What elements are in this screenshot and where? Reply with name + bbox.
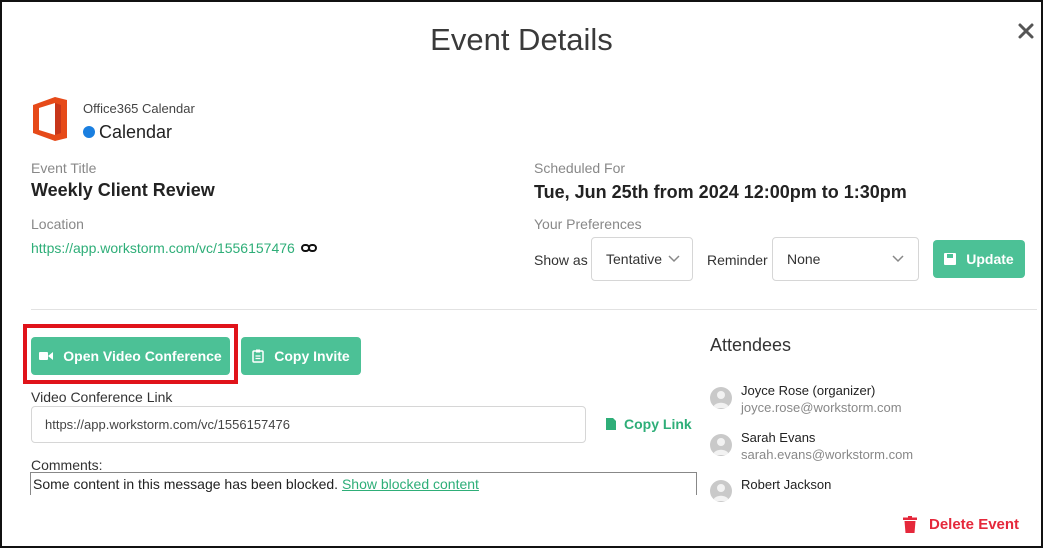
calendar-color-dot: [83, 126, 95, 138]
user-icon: [713, 484, 729, 501]
modal-title: Event Details: [430, 22, 613, 57]
update-label: Update: [966, 251, 1014, 267]
open-video-conference-button[interactable]: Open Video Conference: [31, 337, 230, 375]
chevron-down-icon: [668, 255, 680, 263]
clipboard-icon: [252, 349, 265, 363]
update-button[interactable]: Update: [933, 240, 1025, 278]
copy-link-button[interactable]: Copy Link: [606, 416, 692, 432]
scheduled-label: Scheduled For: [534, 160, 626, 176]
video-link-field[interactable]: https://app.workstorm.com/vc/1556157476: [31, 406, 586, 443]
video-link-value: https://app.workstorm.com/vc/1556157476: [45, 417, 290, 432]
chevron-down-icon: [892, 255, 904, 263]
event-title: Weekly Client Review: [31, 180, 215, 200]
show-as-value: Tentative: [606, 251, 663, 267]
save-icon: [944, 253, 957, 265]
blocked-content-notice: Some content in this message has been bl…: [33, 476, 339, 492]
reminder-label: Reminder: [707, 252, 768, 268]
reminder-value: None: [787, 251, 821, 267]
attendee-name: Sarah Evans: [741, 430, 816, 445]
copy-link-label: Copy Link: [624, 416, 692, 432]
delete-event-label: Delete Event: [929, 516, 1020, 533]
event-title-label: Event Title: [31, 160, 97, 176]
show-as-label: Show as: [534, 252, 588, 268]
avatar: [710, 434, 732, 456]
copy-invite-button[interactable]: Copy Invite: [241, 337, 361, 375]
trash-icon: [903, 516, 917, 533]
calendar-source: Office365 Calendar: [83, 101, 195, 116]
delete-event-button[interactable]: Delete Event: [903, 516, 1019, 533]
attendee-email: sarah.evans@workstorm.com: [741, 447, 914, 462]
location-row: https://app.workstorm.com/vc/1556157476: [31, 240, 317, 256]
attendee-name: Joyce Rose (organizer): [741, 383, 876, 398]
document-icon: [606, 418, 616, 430]
link-icon: [300, 244, 317, 252]
location-link[interactable]: https://app.workstorm.com/vc/1556157476: [31, 240, 295, 256]
attendees-heading: Attendees: [710, 335, 792, 355]
show-blocked-content-link[interactable]: Show blocked content: [342, 476, 479, 492]
office365-logo-icon: [33, 97, 67, 141]
preferences-label: Your Preferences: [534, 216, 642, 232]
avatar: [710, 387, 732, 409]
calendar-name: Calendar: [99, 122, 173, 142]
close-icon[interactable]: [1015, 20, 1037, 42]
section-divider: [31, 309, 1037, 310]
user-icon: [713, 438, 729, 455]
copy-invite-label: Copy Invite: [274, 348, 350, 364]
scheduled-value: Tue, Jun 25th from 2024 12:00pm to 1:30p…: [534, 182, 907, 202]
comments-label: Comments:: [31, 457, 103, 473]
video-camera-icon: [39, 352, 54, 360]
avatar: [710, 480, 732, 502]
attendee-email: joyce.rose@workstorm.com: [741, 400, 902, 415]
comments-box[interactable]: Some content in this message has been bl…: [30, 472, 697, 495]
user-icon: [713, 391, 729, 408]
open-video-conference-label: Open Video Conference: [63, 348, 222, 364]
show-as-select[interactable]: Tentative: [591, 237, 693, 281]
location-label: Location: [31, 216, 84, 232]
attendee-name: Robert Jackson: [741, 477, 832, 492]
reminder-select[interactable]: None: [772, 237, 919, 281]
video-link-label: Video Conference Link: [31, 389, 173, 405]
